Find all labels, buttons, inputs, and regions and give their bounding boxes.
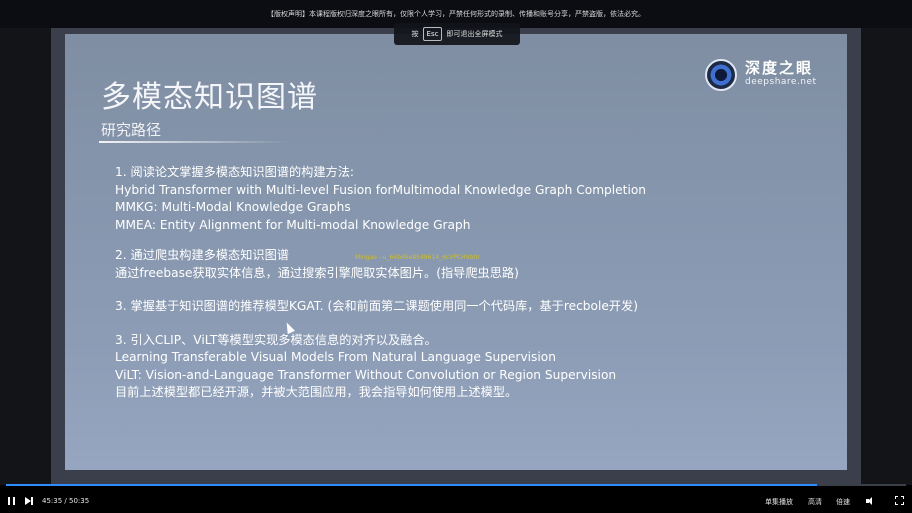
content-line: 目前上述模型都已经开源，并被大范围应用，我会指导如何使用上述模型。 [115, 385, 518, 399]
subtitle-underline [99, 141, 289, 143]
slide-title: 多模态知识图谱 [101, 80, 318, 115]
logo-text-cn: 深度之眼 [745, 59, 814, 77]
quality-button[interactable]: 高清 [808, 497, 822, 507]
content-line: MMKG: Multi-Modal Knowledge Graphs [115, 200, 351, 214]
progress-bar[interactable] [6, 484, 906, 486]
video-area[interactable]: 多模态知识图谱 研究路径 深度之眼 deepshare.net 1. 阅读论文掌… [0, 28, 912, 485]
user-watermark: Mingao - u_64bd6e8549614_dcVPCHVb0r [355, 254, 480, 261]
content-line: Hybrid Transformer with Multi-level Fusi… [115, 182, 647, 197]
esc-key: Esc [422, 27, 443, 41]
next-icon[interactable] [25, 497, 33, 505]
speed-button[interactable]: 倍速 [836, 497, 850, 507]
progress-fill [6, 484, 817, 486]
volume-icon[interactable] [866, 496, 876, 506]
fullscreen-icon[interactable] [895, 496, 904, 505]
slide-subtitle: 研究路径 [101, 121, 162, 139]
content-line: 通过freebase获取实体信息，通过搜索引擎爬取实体图片。(指导爬虫思路) [115, 265, 519, 280]
content-line: 1. 阅读论文掌握多模态知识图谱的构建方法: [115, 165, 354, 179]
brand-logo: 深度之眼 deepshare.net [705, 54, 825, 94]
slide-content: 1. 阅读论文掌握多模态知识图谱的构建方法: Hybrid Transforme… [115, 164, 815, 402]
content-line: ViLT: Vision-and-Language Transformer Wi… [115, 367, 617, 382]
total-time: 50:35 [69, 497, 90, 505]
pause-icon[interactable] [8, 497, 16, 505]
time-display: 45:35 / 50:35 [42, 497, 89, 505]
content-line: MMEA: Entity Alignment for Multi-modal K… [115, 217, 471, 232]
content-line: 3. 引入CLIP、ViLT等模型实现多模态信息的对齐以及融合。 [115, 332, 437, 347]
time-separator: / [64, 497, 67, 505]
single-play-button[interactable]: 单集播放 [765, 497, 793, 507]
current-time: 45:35 [42, 497, 63, 505]
fullscreen-exit-hint: 按 Esc 即可退出全屏模式 [394, 23, 520, 45]
hint-post: 即可退出全屏模式 [446, 30, 503, 38]
player-controls: 45:35 / 50:35 单集播放 高清 倍速 [0, 489, 912, 513]
eye-logo-icon [705, 59, 737, 91]
logo-text-en: deepshare.net [745, 77, 817, 87]
content-line: Learning Transferable Visual Models From… [115, 350, 556, 364]
slide-frame: 多模态知识图谱 研究路径 深度之眼 deepshare.net 1. 阅读论文掌… [51, 28, 861, 485]
content-line: 3. 掌握基于知识图谱的推荐模型KGAT. (会和前面第二课题使用同一个代码库，… [115, 299, 638, 313]
hint-pre: 按 [411, 30, 419, 38]
slide: 多模态知识图谱 研究路径 深度之眼 deepshare.net 1. 阅读论文掌… [65, 34, 847, 470]
